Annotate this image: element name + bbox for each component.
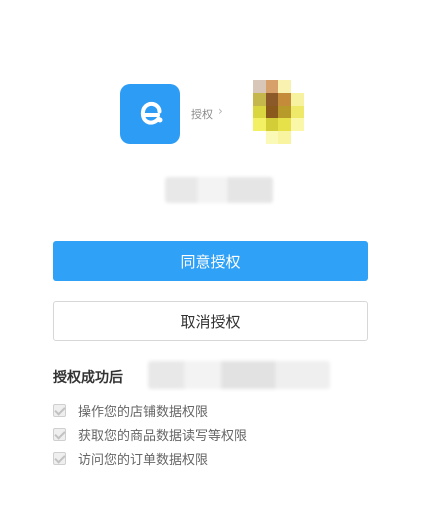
agree-authorize-button[interactable]: 同意授权 [53,241,368,281]
authorization-header: 授权 › [120,80,310,148]
chevron-right-icon: › [218,104,223,118]
store-avatar [240,80,304,144]
checkbox-checked-icon [53,451,66,465]
list-item: 操作您的店铺数据权限 [53,398,247,422]
permissions-title: 授权成功后 [53,370,123,386]
cancel-authorize-button[interactable]: 取消授权 [53,301,368,341]
eleme-logo-icon [140,101,163,125]
store-name-redacted [165,177,273,203]
permission-label: 获取您的商品数据读写等权限 [78,428,248,444]
permission-label: 操作您的店铺数据权限 [78,404,209,420]
app-logo [120,84,180,144]
checkbox-checked-icon [53,403,66,417]
permissions-list: 操作您的店铺数据权限 获取您的商品数据读写等权限 访问您的订单数据权限 [53,398,247,470]
list-item: 访问您的订单数据权限 [53,446,247,470]
checkbox-checked-icon [53,427,66,441]
permission-label: 访问您的订单数据权限 [78,452,209,468]
permissions-title-redacted [148,361,330,389]
list-item: 获取您的商品数据读写等权限 [53,422,247,446]
authorize-label: 授权 [191,108,213,121]
